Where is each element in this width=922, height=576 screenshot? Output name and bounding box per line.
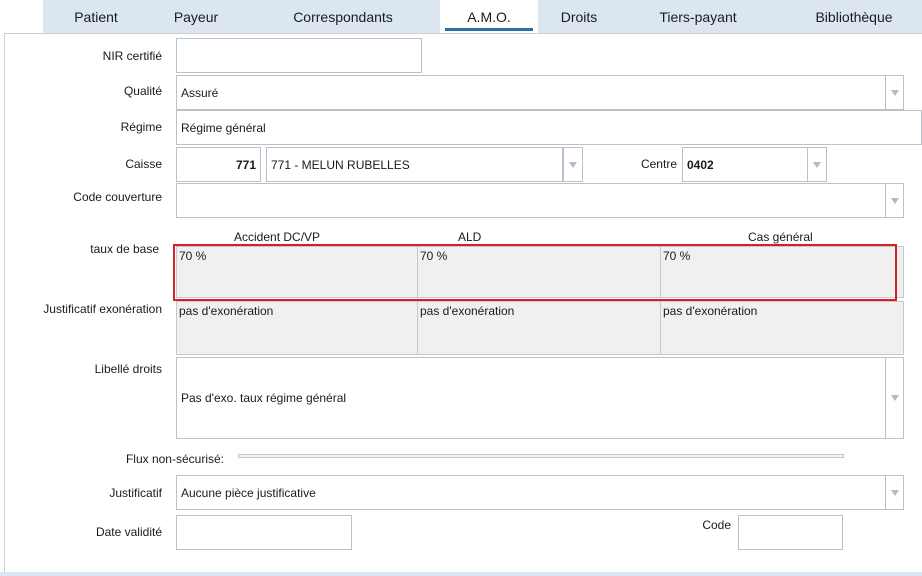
flux-non-securise-bar (238, 454, 844, 458)
centre-dropdown-button[interactable] (807, 147, 827, 182)
regime-field[interactable]: Régime général (176, 110, 922, 145)
date-validite-label: Date validité (95, 525, 162, 539)
justificatif-exoneration-label: Justificatif exonération (43, 302, 162, 316)
regime-label: Régime (120, 120, 162, 134)
column-header-cas-general: Cas général (748, 230, 813, 244)
flux-non-securise-label: Flux non-sécurisé: (125, 452, 224, 466)
qualite-select[interactable]: Assuré (176, 75, 886, 110)
libelle-droits-select[interactable]: Pas d'exo. taux régime général (176, 357, 886, 439)
taux-cas-general-cell: 70 % (660, 246, 904, 298)
code-couverture-select[interactable] (176, 183, 886, 218)
panel-bottom-border (0, 572, 922, 576)
code-couverture-label: Code couverture (73, 190, 162, 204)
justificatif-dropdown-button[interactable] (885, 475, 904, 510)
qualite-label: Qualité (123, 84, 162, 98)
nir-field[interactable] (176, 38, 422, 73)
taux-accident-cell: 70 % (176, 246, 418, 298)
taux-de-base-label: taux de base (90, 242, 159, 256)
tab-bar: Patient Payeur Correspondants A.M.O. Dro… (0, 0, 922, 33)
exoneration-cas-general-cell: pas d'exonération (660, 301, 904, 355)
tab-patient[interactable]: Patient (50, 0, 142, 33)
date-validite-field[interactable] (176, 515, 352, 550)
justificatif-select[interactable]: Aucune pièce justificative (176, 475, 886, 510)
tab-correspondants[interactable]: Correspondants (272, 0, 414, 33)
column-header-accident: Accident DC/VP (234, 230, 321, 244)
exoneration-ald-cell: pas d'exonération (417, 301, 661, 355)
taux-ald-cell: 70 % (417, 246, 661, 298)
code-field[interactable] (738, 515, 843, 550)
caisse-select[interactable]: 771 - MELUN RUBELLES (266, 147, 563, 182)
exoneration-accident-cell: pas d'exonération (176, 301, 418, 355)
tab-payeur[interactable]: Payeur (150, 0, 242, 33)
chevron-down-icon (890, 89, 899, 96)
centre-select[interactable]: 0402 (682, 147, 808, 182)
code-couverture-dropdown-button[interactable] (885, 183, 904, 218)
column-header-ald: ALD (458, 230, 482, 244)
justificatif-label: Justificatif (109, 486, 162, 500)
libelle-droits-dropdown-button[interactable] (885, 357, 904, 439)
chevron-down-icon (890, 395, 899, 401)
tab-amo[interactable]: A.M.O. (440, 0, 538, 33)
caisse-label: Caisse (125, 157, 162, 171)
chevron-down-icon (813, 161, 821, 168)
tab-tiers-payant[interactable]: Tiers-payant (640, 0, 756, 33)
nir-label: NIR certifié (102, 49, 162, 63)
chevron-down-icon (569, 161, 577, 168)
centre-label: Centre (640, 157, 677, 171)
chevron-down-icon (890, 489, 899, 496)
tab-bibliotheque[interactable]: Bibliothèque (796, 0, 912, 33)
caisse-code-field[interactable]: 771 (176, 147, 261, 182)
chevron-down-icon (890, 197, 899, 204)
caisse-dropdown-button[interactable] (563, 147, 583, 182)
libelle-droits-label: Libellé droits (94, 362, 162, 376)
qualite-dropdown-button[interactable] (885, 75, 904, 110)
code-label: Code (702, 518, 731, 532)
tab-droits[interactable]: Droits (540, 0, 618, 33)
